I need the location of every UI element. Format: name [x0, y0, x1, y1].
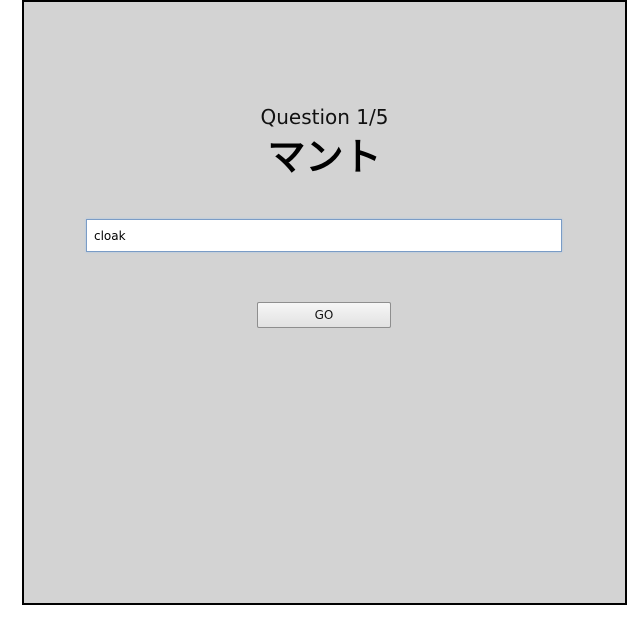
question-counter: Question 1/5 [260, 105, 389, 129]
quiz-panel: Question 1/5 マント GO [22, 0, 627, 605]
go-button[interactable]: GO [257, 302, 391, 328]
quiz-word: マント [267, 135, 382, 179]
answer-input[interactable] [86, 219, 562, 252]
